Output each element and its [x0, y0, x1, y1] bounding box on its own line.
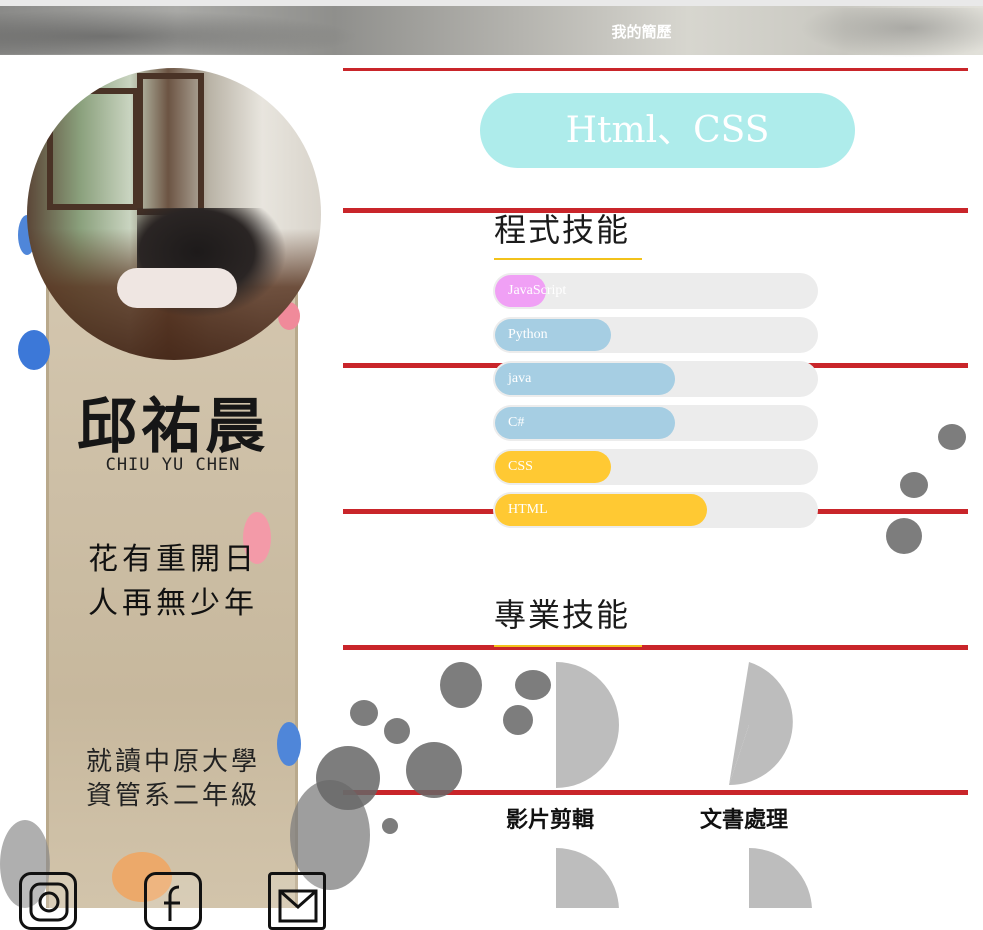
- mail-icon[interactable]: [268, 872, 326, 930]
- ink-blot-decoration: [886, 518, 922, 554]
- skill-label: 文書處理: [700, 808, 789, 833]
- skill-bar-label: HTML: [508, 502, 548, 517]
- page-title: 我的簡歷: [611, 23, 672, 41]
- ink-blot-decoration: [406, 742, 462, 798]
- programming-skills-title: 程式技能: [494, 211, 631, 249]
- ink-blot-decoration: [515, 670, 551, 700]
- skill-bar-track: CSS: [493, 449, 818, 485]
- skill-label: 影片剪輯: [506, 808, 595, 833]
- skill-pie: [556, 848, 619, 908]
- pie-fill: [729, 662, 793, 786]
- blue-flower-decoration: [18, 330, 50, 370]
- profile-name: 邱祐晨: [77, 392, 269, 462]
- skill-pie: [749, 848, 812, 908]
- skill-bar-track: Python: [493, 317, 818, 353]
- instagram-icon[interactable]: [19, 872, 77, 930]
- profile-english-name: CHIU YU CHEN: [105, 455, 241, 475]
- skill-bar-track: JavaScript: [493, 273, 818, 309]
- ink-blot-decoration: [316, 746, 380, 810]
- school-line: 資管系二年級: [85, 781, 260, 811]
- skill-bar-track: java: [493, 361, 818, 397]
- skill-bar-track: HTML: [493, 492, 818, 528]
- profile-photo: [27, 68, 321, 360]
- ink-blot-decoration: [900, 472, 928, 498]
- top-header-bar: 我的簡歷: [0, 0, 983, 58]
- skill-bar-label: CSS: [508, 459, 533, 474]
- professional-skills-title: 專業技能: [494, 596, 631, 634]
- skill-bar-label: Python: [508, 327, 548, 342]
- ink-blot-decoration: [938, 424, 966, 450]
- ink-blot-decoration: [350, 700, 378, 726]
- red-brush-line: [343, 68, 968, 71]
- profile-school: 就讀中原大學 資管系二年級: [50, 745, 296, 813]
- facebook-icon[interactable]: [144, 872, 202, 930]
- skill-bar-label: C#: [508, 415, 525, 430]
- poem-line: 人再無少年: [88, 586, 258, 621]
- school-line: 就讀中原大學: [85, 747, 260, 777]
- skill-bar-track: C#: [493, 405, 818, 441]
- profile-poem: 花有重開日 人再無少年: [50, 538, 296, 626]
- red-brush-line: [343, 208, 968, 213]
- red-brush-line: [343, 645, 968, 650]
- ink-blot-decoration: [503, 705, 533, 735]
- skill-bar-label: JavaScript: [508, 283, 567, 298]
- pie-fill: [556, 662, 619, 788]
- ink-blot-decoration: [384, 718, 410, 744]
- title-underline: [494, 645, 642, 647]
- skill-bar-label: java: [508, 371, 532, 386]
- featured-skill-pill: Html、CSS: [480, 93, 855, 168]
- ink-blot-decoration: [440, 662, 482, 708]
- skill-pie-document-processing: [729, 662, 793, 786]
- poem-line: 花有重開日: [88, 542, 258, 577]
- ink-blot-decoration: [382, 818, 398, 834]
- title-underline: [494, 258, 642, 260]
